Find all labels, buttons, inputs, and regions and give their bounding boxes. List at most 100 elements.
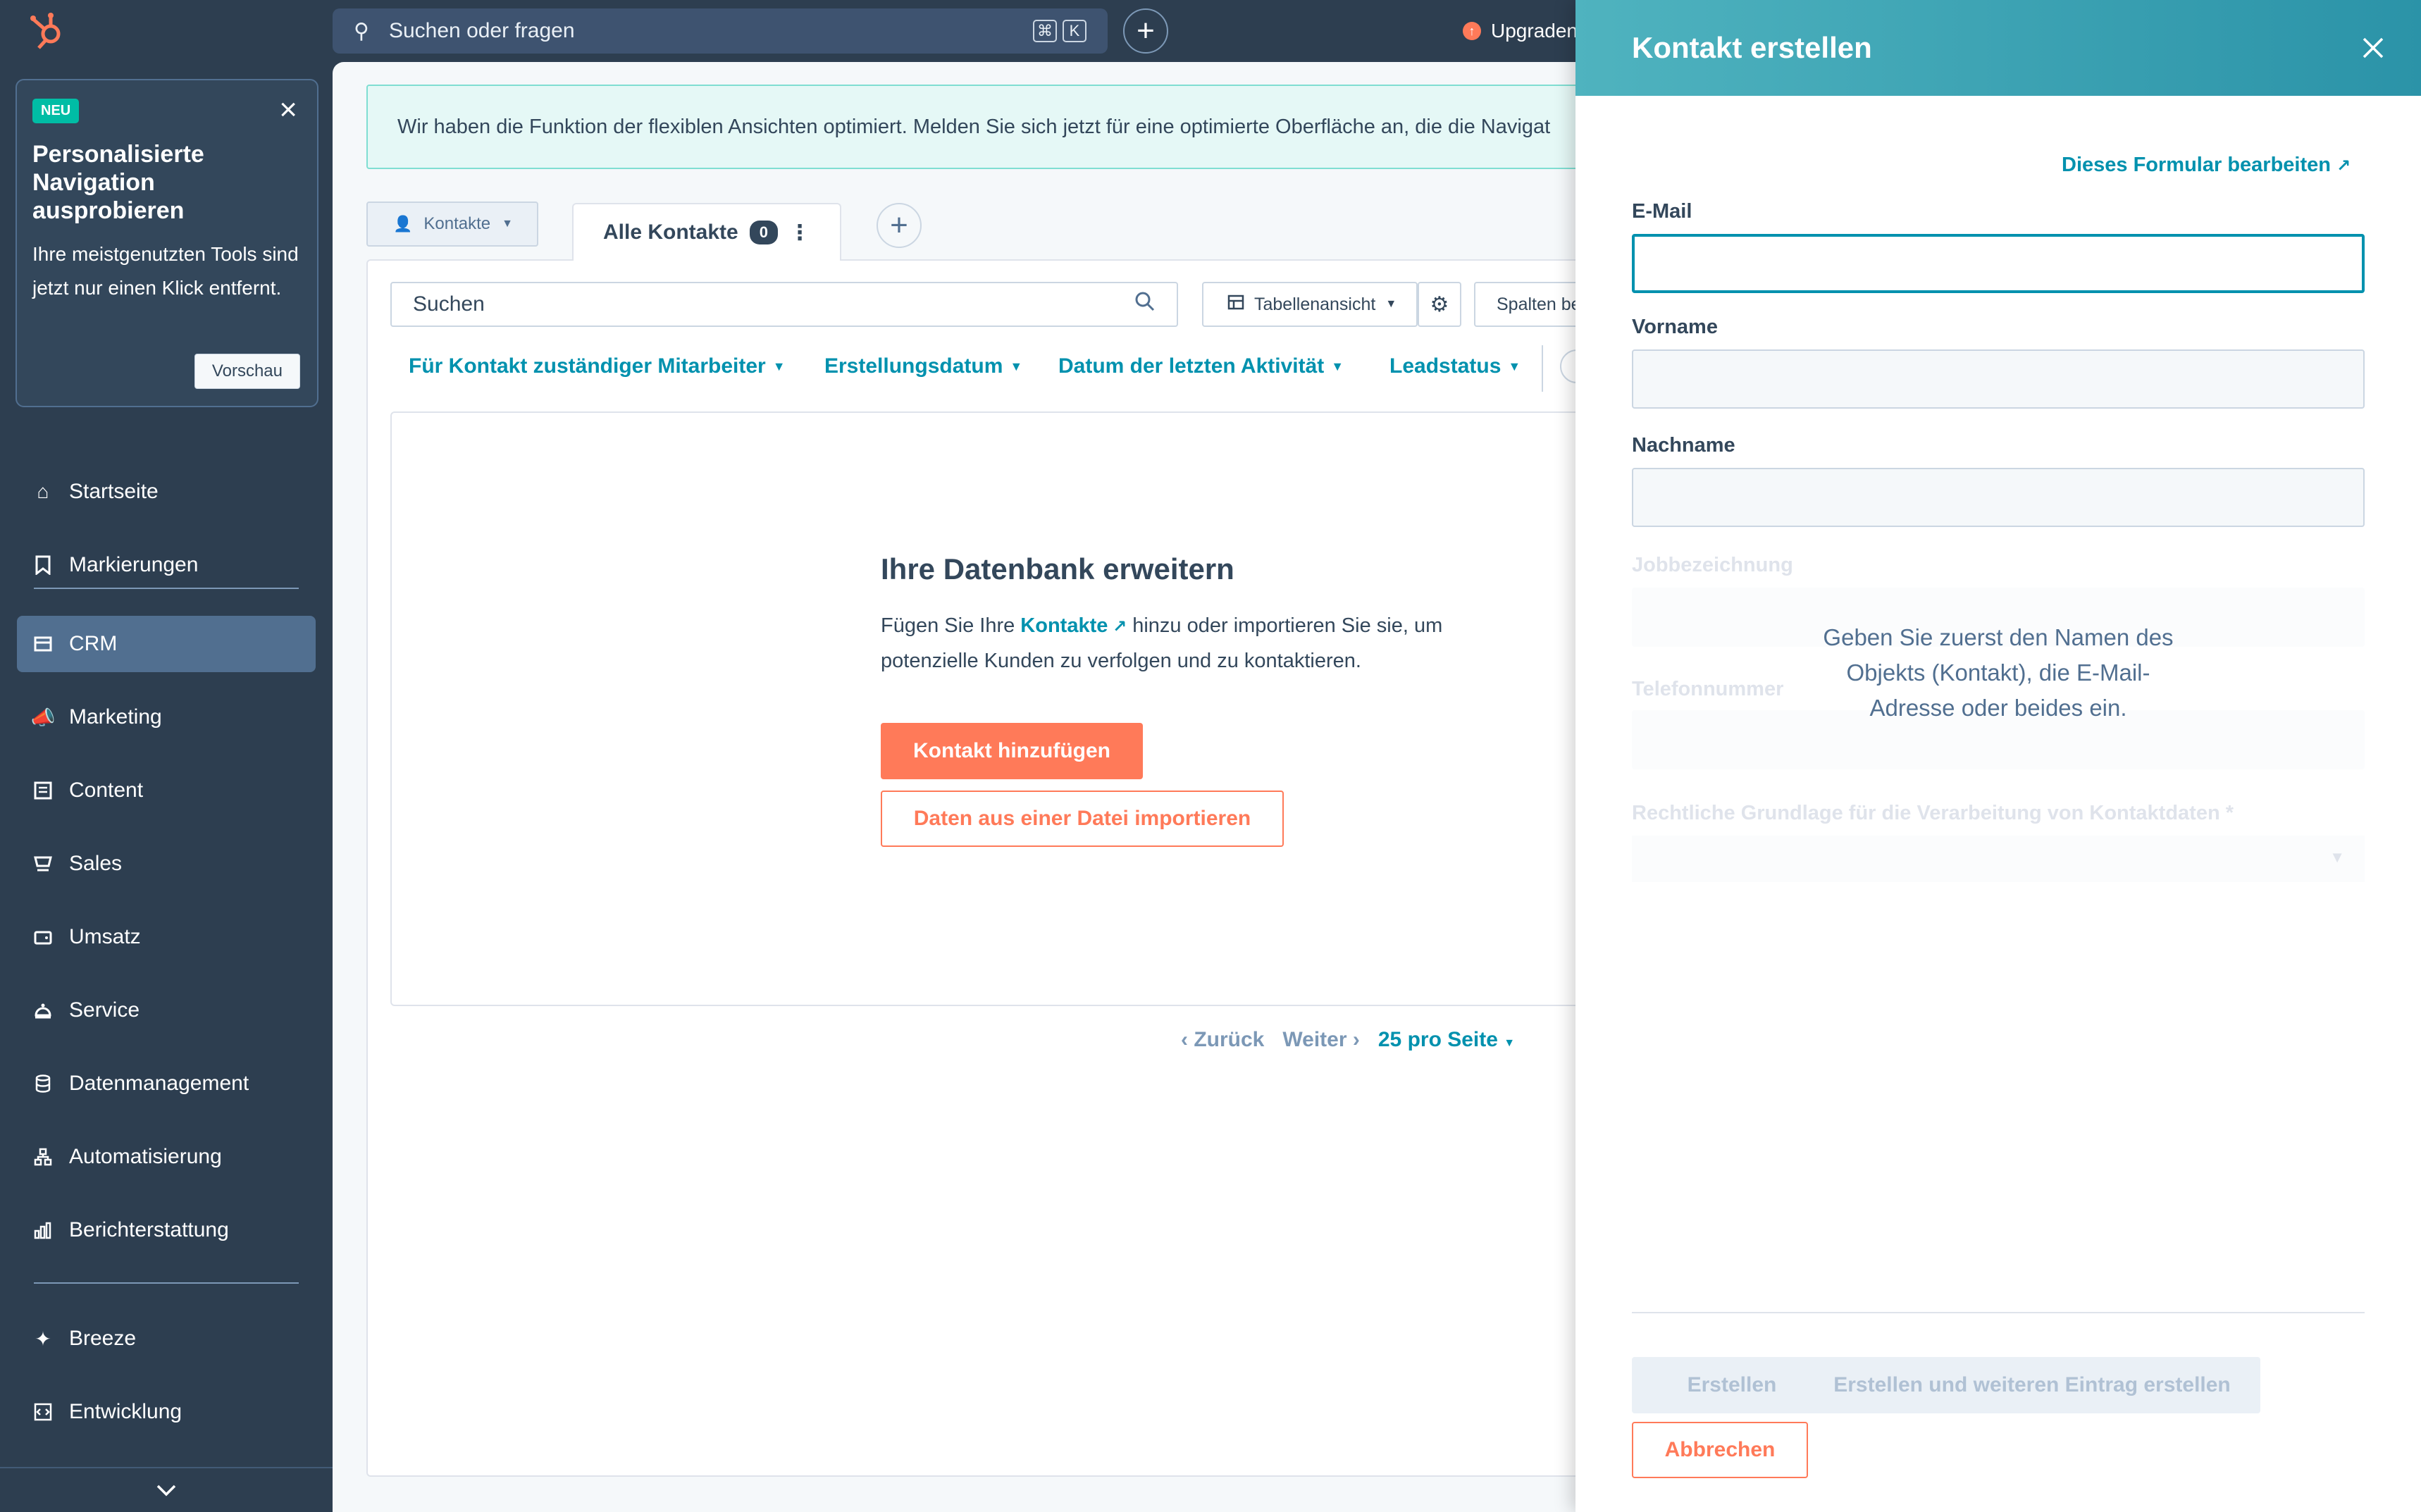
database-icon bbox=[32, 1073, 54, 1094]
table-search-placeholder: Suchen bbox=[413, 292, 485, 316]
lastname-label: Nachname bbox=[1632, 434, 1735, 457]
table-icon bbox=[1227, 295, 1244, 315]
filter-label: Für Kontakt zuständiger Mitarbeiter bbox=[409, 354, 766, 378]
filter-contact-owner[interactable]: Für Kontakt zuständiger Mitarbeiter ▼ bbox=[409, 349, 786, 383]
import-data-button[interactable]: Daten aus einer Datei importieren bbox=[881, 791, 1284, 847]
filter-lead-status[interactable]: Leadstatus ▼ bbox=[1389, 349, 1521, 383]
bookmark-icon bbox=[32, 554, 54, 576]
table-search-input[interactable]: Suchen bbox=[390, 282, 1178, 327]
filter-label: Leadstatus bbox=[1389, 354, 1501, 378]
close-panel-button[interactable] bbox=[2353, 28, 2393, 68]
sales-icon bbox=[32, 853, 54, 874]
chart-icon bbox=[32, 1220, 54, 1241]
more-options-icon[interactable]: ⋮ bbox=[789, 221, 810, 245]
sidebar-item-umsatz[interactable]: Umsatz bbox=[17, 909, 316, 965]
sparkle-icon: ✦ bbox=[35, 1327, 51, 1350]
sidebar-item-label: Datenmanagement bbox=[69, 1072, 249, 1095]
panel-footer-divider bbox=[1632, 1312, 2365, 1313]
sidebar-item-entwicklung[interactable]: Entwicklung bbox=[17, 1384, 316, 1440]
per-page-dropdown[interactable]: 25 pro Seite ▼ bbox=[1378, 1028, 1515, 1052]
search-icon bbox=[1134, 291, 1156, 318]
next-label: Weiter bbox=[1282, 1028, 1347, 1051]
sidebar: NEU × Personalisierte Navigation ausprob… bbox=[0, 62, 333, 1512]
chevron-right-icon: › bbox=[1352, 1028, 1360, 1051]
megaphone-icon: 📣 bbox=[30, 706, 56, 729]
add-view-button[interactable]: + bbox=[877, 203, 922, 248]
chevron-down-icon bbox=[156, 1478, 177, 1502]
crm-icon bbox=[32, 633, 54, 655]
service-icon bbox=[32, 1000, 54, 1021]
lastname-field[interactable] bbox=[1632, 468, 2365, 527]
table-view-dropdown[interactable]: Tabellenansicht ▼ bbox=[1202, 282, 1418, 327]
chevron-left-icon: ‹ bbox=[1181, 1028, 1188, 1051]
create-button[interactable]: Erstellen bbox=[1632, 1357, 1832, 1413]
sidebar-item-startseite[interactable]: ⌂ Startseite bbox=[17, 464, 316, 520]
code-icon bbox=[32, 1401, 54, 1423]
content-icon bbox=[32, 780, 54, 801]
close-icon[interactable]: × bbox=[279, 94, 297, 125]
caret-down-icon: ▼ bbox=[1504, 1037, 1516, 1049]
sidebar-item-label: Automatisierung bbox=[69, 1145, 222, 1168]
hubspot-logo-icon[interactable] bbox=[27, 10, 69, 52]
firstname-label: Vorname bbox=[1632, 316, 1718, 338]
filter-create-date[interactable]: Erstellungsdatum ▼ bbox=[824, 349, 1022, 383]
filter-label: Datum der letzten Aktivität bbox=[1058, 354, 1325, 378]
sidebar-item-label: Startseite bbox=[69, 480, 159, 503]
sidebar-item-berichterstattung[interactable]: Berichterstattung bbox=[17, 1202, 316, 1258]
promo-text: Ihre meistgenutzten Tools sind jetzt nur… bbox=[32, 243, 299, 299]
create-plus-button[interactable]: + bbox=[1123, 8, 1168, 54]
add-contact-button[interactable]: Kontakt hinzufügen bbox=[881, 723, 1143, 779]
pagination-prev[interactable]: ‹ Zurück bbox=[1181, 1028, 1264, 1052]
pagination-next[interactable]: Weiter › bbox=[1282, 1028, 1360, 1052]
sidebar-item-content[interactable]: Content bbox=[17, 762, 316, 819]
home-icon: ⌂ bbox=[37, 481, 49, 502]
sidebar-item-markierungen[interactable]: Markierungen bbox=[17, 537, 316, 593]
sidebar-item-label: Sales bbox=[69, 852, 123, 875]
sidebar-item-label: Breeze bbox=[69, 1327, 137, 1350]
filter-label: Erstellungsdatum bbox=[824, 354, 1003, 378]
contacts-link[interactable]: Kontakte bbox=[1020, 614, 1108, 637]
sidebar-item-marketing[interactable]: 📣 Marketing bbox=[17, 689, 316, 745]
sidebar-item-label: Content bbox=[69, 779, 144, 802]
jobtitle-label: Jobbezeichnung bbox=[1632, 554, 1793, 576]
caret-down-icon: ▼ bbox=[502, 218, 513, 230]
sidebar-item-sales[interactable]: Sales bbox=[17, 836, 316, 892]
tab-alle-kontakte[interactable]: Alle Kontakte 0 ⋮ bbox=[572, 203, 841, 261]
sidebar-item-automatisierung[interactable]: Automatisierung bbox=[17, 1129, 316, 1185]
search-icon: ⚲ bbox=[354, 19, 369, 43]
cmd-key: ⌘ bbox=[1033, 20, 1057, 42]
sidebar-item-service[interactable]: Service bbox=[17, 982, 316, 1039]
sidebar-item-breeze[interactable]: ✦ Breeze bbox=[17, 1310, 316, 1367]
table-view-label: Tabellenansicht bbox=[1254, 294, 1376, 314]
sidebar-item-datenmanagement[interactable]: Datenmanagement bbox=[17, 1055, 316, 1112]
legal-basis-label: Rechtliche Grundlage für die Verarbeitun… bbox=[1632, 802, 2234, 824]
sidebar-item-crm[interactable]: CRM bbox=[17, 616, 316, 672]
table-settings-button[interactable]: ⚙ bbox=[1418, 282, 1461, 327]
object-selector-dropdown[interactable]: 👤 Kontakte ▼ bbox=[366, 202, 538, 247]
close-icon bbox=[2363, 37, 2384, 58]
tab-label: Alle Kontakte bbox=[603, 221, 738, 244]
workflow-icon bbox=[32, 1146, 54, 1167]
empty-state-title: Ihre Datenbank erweitern bbox=[881, 552, 1234, 585]
sidebar-divider bbox=[34, 588, 299, 589]
keyboard-shortcut: ⌘ K bbox=[1033, 20, 1086, 42]
gear-icon: ⚙ bbox=[1430, 292, 1449, 316]
email-field[interactable] bbox=[1632, 234, 2365, 293]
cancel-button[interactable]: Abbrechen bbox=[1632, 1422, 1808, 1478]
sidebar-item-label: Marketing bbox=[69, 705, 162, 729]
global-search-bar[interactable]: ⚲ Suchen oder fragen ⌘ K bbox=[333, 8, 1108, 54]
firstname-field[interactable] bbox=[1632, 349, 2365, 409]
edit-form-label: Dieses Formular bearbeiten bbox=[2062, 154, 2331, 176]
filter-last-activity-date[interactable]: Datum der letzten Aktivität ▼ bbox=[1058, 349, 1344, 383]
caret-down-icon: ▼ bbox=[1010, 359, 1023, 373]
sidebar-item-label: Entwicklung bbox=[69, 1400, 182, 1423]
prev-label: Zurück bbox=[1194, 1028, 1265, 1051]
create-and-add-another-button[interactable]: Erstellen und weiteren Eintrag erstellen bbox=[1804, 1357, 2260, 1413]
preview-button[interactable]: Vorschau bbox=[194, 354, 300, 389]
edit-form-link[interactable]: Dieses Formular bearbeiten ↗ bbox=[2062, 154, 2351, 177]
caret-down-icon: ▼ bbox=[1385, 298, 1397, 310]
sidebar-expand-button[interactable] bbox=[0, 1467, 333, 1512]
upgrade-label: Upgraden bbox=[1491, 20, 1578, 42]
upgrade-button[interactable]: ↑ Upgraden bbox=[1463, 14, 1578, 48]
caret-down-icon: ▼ bbox=[2329, 848, 2345, 866]
